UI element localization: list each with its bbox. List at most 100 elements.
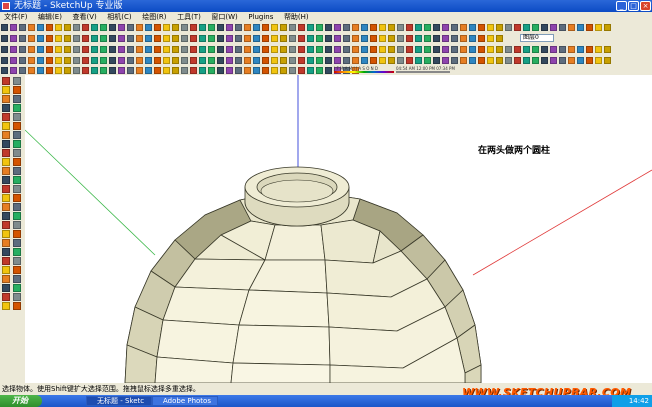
toolbar-tool-icon[interactable] [235,57,242,64]
toolbar-tool-icon[interactable] [199,46,206,53]
toolbar-tool-icon[interactable] [523,24,530,31]
toolbar-tool-icon[interactable] [271,24,278,31]
toolbar-tool-icon[interactable] [298,67,305,74]
toolbar-tool-icon[interactable] [280,57,287,64]
toolbar-tool-icon[interactable] [343,57,350,64]
toolbar-tool-icon[interactable] [118,35,125,42]
toolbar-tool-icon[interactable] [217,24,224,31]
toolbar-tool-icon[interactable] [307,57,314,64]
toolbar-tool-icon[interactable] [172,46,179,53]
left-tool-icon[interactable] [2,185,10,193]
toolbar-tool-icon[interactable] [217,67,224,74]
toolbar-tool-icon[interactable] [136,67,143,74]
toolbar-tool-icon[interactable] [550,46,557,53]
left-tool-icon[interactable] [2,293,10,301]
toolbar-tool-icon[interactable] [298,57,305,64]
menu-plugins[interactable]: Plugins [244,12,277,22]
toolbar-tool-icon[interactable] [271,67,278,74]
toolbar-tool-icon[interactable] [109,46,116,53]
toolbar-tool-icon[interactable] [307,35,314,42]
left-tool-icon[interactable] [2,77,10,85]
toolbar-tool-icon[interactable] [280,46,287,53]
toolbar-tool-icon[interactable] [100,67,107,74]
drawing-viewport[interactable]: 在两头做两个圆柱 [25,75,652,383]
toolbar-tool-icon[interactable] [595,46,602,53]
toolbar-tool-icon[interactable] [73,57,80,64]
toolbar-tool-icon[interactable] [487,57,494,64]
toolbar-tool-icon[interactable] [334,35,341,42]
toolbar-tool-icon[interactable] [532,24,539,31]
toolbar-tool-icon[interactable] [451,35,458,42]
toolbar-tool-icon[interactable] [127,67,134,74]
toolbar-tool-icon[interactable] [514,57,521,64]
menu-camera[interactable]: 相机(C) [103,12,135,22]
toolbar-tool-icon[interactable] [163,57,170,64]
toolbar-tool-icon[interactable] [145,57,152,64]
toolbar-tool-icon[interactable] [253,35,260,42]
toolbar-tool-icon[interactable] [280,24,287,31]
toolbar-tool-icon[interactable] [253,46,260,53]
taskbar-sketchup[interactable]: 无标题 - Sketc [86,396,152,406]
left-tool-icon[interactable] [2,140,10,148]
dome-model[interactable] [124,166,482,383]
toolbar-tool-icon[interactable] [226,57,233,64]
toolbar-tool-icon[interactable] [136,46,143,53]
toolbar-tool-icon[interactable] [208,67,215,74]
left-tool-icon[interactable] [13,302,21,310]
toolbar-tool-icon[interactable] [586,24,593,31]
toolbar-tool-icon[interactable] [469,46,476,53]
toolbar-tool-icon[interactable] [154,46,161,53]
toolbar-tool-icon[interactable] [217,35,224,42]
toolbar-tool-icon[interactable] [199,67,206,74]
maximize-icon[interactable]: □ [628,1,639,11]
toolbar-tool-icon[interactable] [145,35,152,42]
toolbar-tool-icon[interactable] [127,24,134,31]
toolbar-tool-icon[interactable] [388,46,395,53]
toolbar-tool-icon[interactable] [334,24,341,31]
toolbar-tool-icon[interactable] [325,24,332,31]
toolbar-tool-icon[interactable] [307,24,314,31]
toolbar-tool-icon[interactable] [460,24,467,31]
toolbar-tool-icon[interactable] [604,46,611,53]
left-tool-icon[interactable] [13,95,21,103]
toolbar-tool-icon[interactable] [190,35,197,42]
left-tool-icon[interactable] [13,239,21,247]
toolbar-tool-icon[interactable] [217,46,224,53]
toolbar-tool-icon[interactable] [487,24,494,31]
toolbar-tool-icon[interactable] [370,57,377,64]
menu-edit[interactable]: 编辑(E) [34,12,66,22]
toolbar-tool-icon[interactable] [424,35,431,42]
shadow-time-slider[interactable] [396,71,450,73]
toolbar-tool-icon[interactable] [604,57,611,64]
toolbar-tool-icon[interactable] [64,35,71,42]
toolbar-tool-icon[interactable] [127,35,134,42]
toolbar-tool-icon[interactable] [100,57,107,64]
left-tool-icon[interactable] [13,293,21,301]
left-tool-icon[interactable] [13,248,21,256]
toolbar-tool-icon[interactable] [262,35,269,42]
toolbar-tool-icon[interactable] [325,57,332,64]
toolbar-tool-icon[interactable] [433,57,440,64]
left-tool-icon[interactable] [13,221,21,229]
toolbar-tool-icon[interactable] [568,46,575,53]
toolbar-tool-icon[interactable] [19,67,26,74]
toolbar-tool-icon[interactable] [82,46,89,53]
toolbar-tool-icon[interactable] [1,57,8,64]
toolbar-tool-icon[interactable] [262,46,269,53]
toolbar-tool-icon[interactable] [433,46,440,53]
toolbar-tool-icon[interactable] [442,46,449,53]
toolbar-tool-icon[interactable] [91,24,98,31]
menu-draw[interactable]: 绘图(R) [138,12,170,22]
toolbar-tool-icon[interactable] [280,35,287,42]
left-tool-icon[interactable] [13,122,21,130]
toolbar-tool-icon[interactable] [379,46,386,53]
toolbar-tool-icon[interactable] [577,57,584,64]
toolbar-tool-icon[interactable] [172,24,179,31]
toolbar-tool-icon[interactable] [514,46,521,53]
left-tool-icon[interactable] [13,194,21,202]
toolbar-tool-icon[interactable] [208,24,215,31]
toolbar-tool-icon[interactable] [379,24,386,31]
toolbar-tool-icon[interactable] [64,67,71,74]
toolbar-tool-icon[interactable] [46,57,53,64]
left-tool-icon[interactable] [2,221,10,229]
